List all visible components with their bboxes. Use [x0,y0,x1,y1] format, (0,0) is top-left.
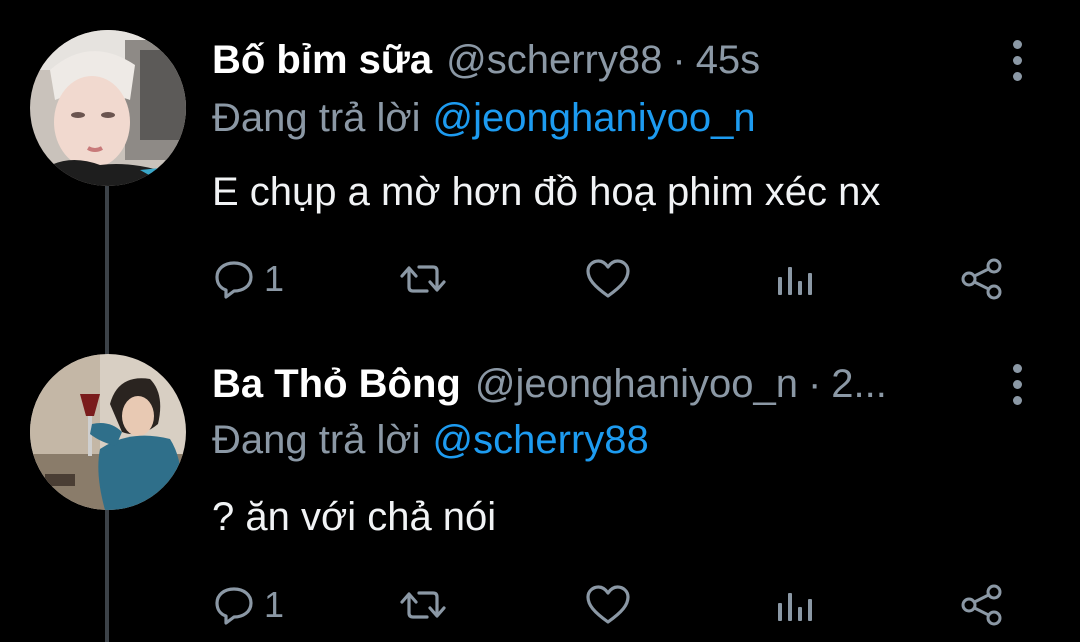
reply-button[interactable]: 1 [212,254,284,304]
display-name[interactable]: Bố bỉm sữa [212,38,432,83]
tweet-text: ? ăn với chả nói [212,494,497,539]
retweet-button[interactable] [399,254,447,304]
replying-to: Đang trả lời @scherry88 [212,415,649,465]
avatar[interactable] [30,30,186,186]
replying-to-mention[interactable]: @scherry88 [433,418,649,463]
retweet-icon [400,591,446,619]
heart-icon [586,259,630,298]
tweet-actions: 1 [212,254,1012,304]
timestamp[interactable]: 45s [696,38,761,83]
avatar[interactable] [30,354,186,510]
share-button[interactable] [960,254,1004,304]
thread-connector-line [105,186,109,356]
thread-connector-line [105,510,109,642]
reply-icon [215,587,253,625]
share-icon [961,584,1002,626]
separator-dot: · [672,37,686,82]
replying-to-mention[interactable]: @jeonghaniyoo_n [433,96,756,141]
share-button[interactable] [960,580,1004,630]
analytics-button[interactable] [776,254,816,304]
reply-count: 1 [264,584,285,625]
tweet-header: Bố bỉm sữa @scherry88 · 45s [212,30,760,90]
tweet-text: E chụp a mờ hơn đồ hoạ phim xéc nx [212,169,881,214]
tweet-header: Ba Thỏ Bông @jeonghaniyoo_n · 2... [212,354,887,414]
reply-count: 1 [264,258,285,299]
like-button[interactable] [584,254,632,304]
retweet-button[interactable] [399,580,447,630]
heart-icon [586,585,630,624]
reply-icon [215,261,253,299]
replying-to-label: Đang trả lời [212,95,421,140]
analytics-icon [778,593,812,621]
tweet-actions: 1 [212,580,1012,630]
retweet-icon [400,265,446,293]
separator-dot: · [807,361,822,406]
share-icon [961,258,1002,300]
user-handle[interactable]: @jeonghaniyoo_n [475,362,798,407]
display-name[interactable]: Ba Thỏ Bông [212,362,461,407]
replying-to: Đang trả lời @jeonghaniyoo_n [212,93,756,143]
more-vertical-icon[interactable] [1000,30,1034,90]
analytics-icon [778,267,812,295]
timestamp[interactable]: 2... [831,362,887,407]
user-handle[interactable]: @scherry88 [446,38,662,83]
analytics-button[interactable] [776,580,816,630]
like-button[interactable] [584,580,632,630]
reply-button[interactable]: 1 [212,580,284,630]
more-vertical-icon[interactable] [1000,354,1034,414]
replying-to-label: Đang trả lời [212,417,421,462]
